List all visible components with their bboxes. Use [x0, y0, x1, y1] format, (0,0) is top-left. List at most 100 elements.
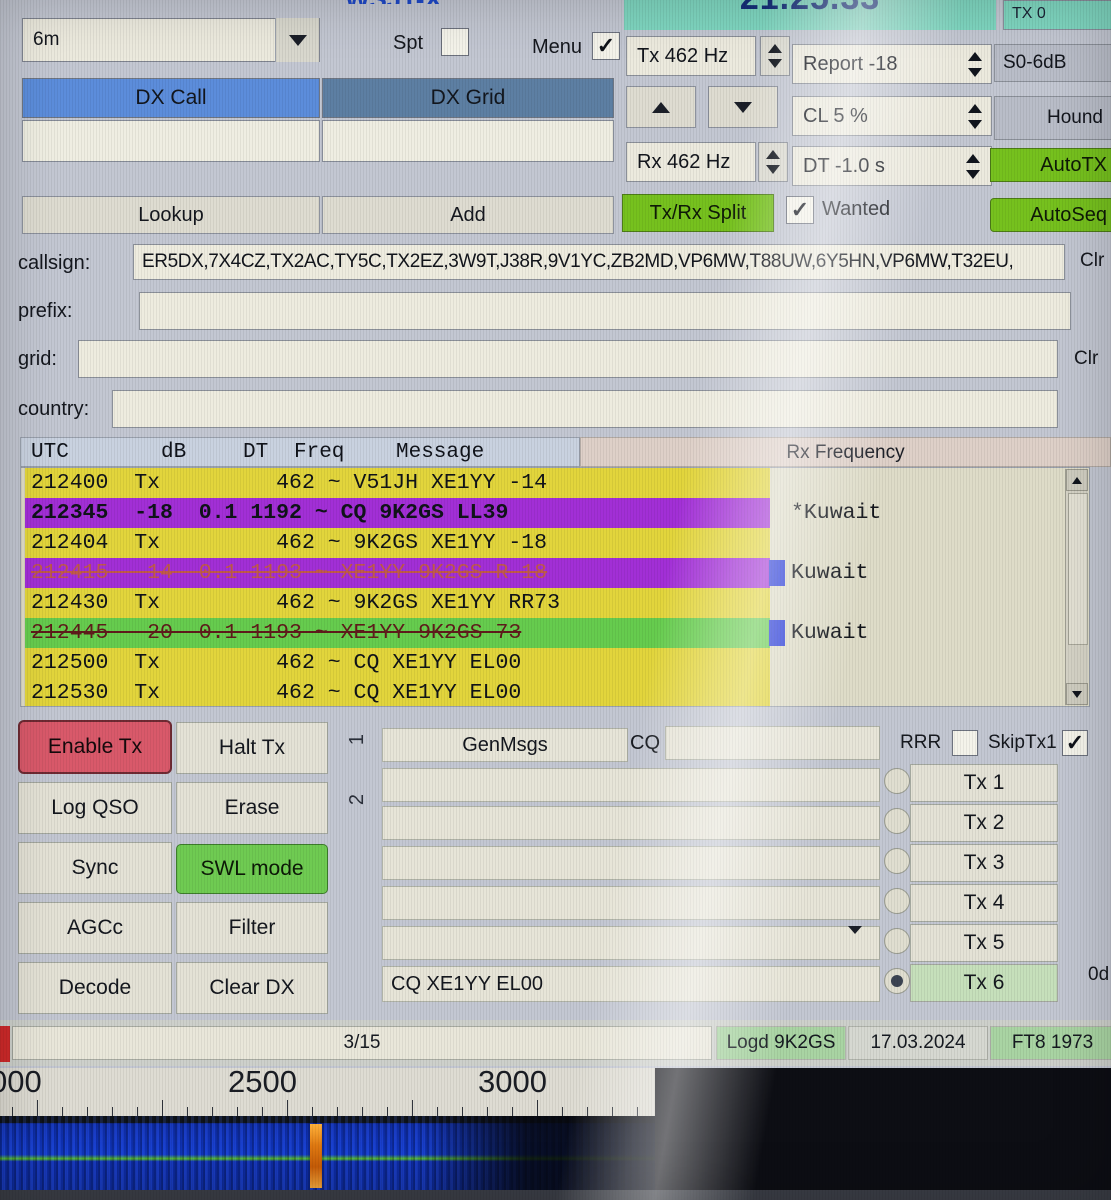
- wf-tick: [62, 1107, 63, 1116]
- tx-button-6[interactable]: Tx 6: [910, 964, 1058, 1002]
- skiptx1-checkbox[interactable]: ✓: [1062, 730, 1088, 756]
- swl-mode-button[interactable]: SWL mode: [176, 844, 328, 894]
- tx-radio-5[interactable]: [884, 928, 910, 954]
- decode-row-text: 212430 Tx 462 ~ 9K2GS XE1YY RR73: [25, 588, 770, 618]
- wf-tick: [312, 1107, 313, 1116]
- wf-tick: [562, 1107, 563, 1116]
- cq-message-field[interactable]: [665, 726, 880, 760]
- decode-row-text: 212500 Tx 462 ~ CQ XE1YY EL00: [25, 648, 770, 678]
- tab-2[interactable]: 2: [346, 794, 369, 805]
- chevron-down-icon[interactable]: [275, 18, 319, 62]
- tx-radio-3[interactable]: [884, 848, 910, 874]
- cl-spinner[interactable]: [960, 96, 990, 136]
- wf-tick: [212, 1107, 213, 1116]
- menu-checkbox[interactable]: ✓: [592, 32, 620, 60]
- add-button[interactable]: Add: [322, 196, 614, 234]
- scrollbar-thumb[interactable]: [1068, 493, 1088, 645]
- grid-filter-input[interactable]: [78, 340, 1058, 378]
- country-filter-input[interactable]: [112, 390, 1058, 428]
- spt-checkbox[interactable]: [441, 28, 469, 56]
- tx-radio-4[interactable]: [884, 888, 910, 914]
- sync-button[interactable]: Sync: [18, 842, 172, 894]
- decode-button[interactable]: Decode: [18, 962, 172, 1014]
- wf-tick: [37, 1100, 38, 1116]
- message-field-3[interactable]: [382, 846, 880, 880]
- clr-grid-button[interactable]: Clr: [1074, 348, 1098, 370]
- tx-button-3[interactable]: Tx 3: [910, 844, 1058, 882]
- auto-tx-button[interactable]: AutoTX: [990, 148, 1111, 182]
- scroll-up-icon[interactable]: [1066, 469, 1088, 491]
- enable-tx-button[interactable]: Enable Tx: [18, 720, 172, 774]
- frequency-up-button[interactable]: [626, 86, 696, 128]
- dt-spinner[interactable]: [958, 146, 988, 186]
- message-field-6[interactable]: CQ XE1YY EL00: [382, 966, 880, 1002]
- lookup-button[interactable]: Lookup: [22, 196, 320, 234]
- clr-callsign-button[interactable]: Clr: [1080, 250, 1104, 272]
- tx-button-1[interactable]: Tx 1: [910, 764, 1058, 802]
- message-field-2[interactable]: [382, 806, 880, 840]
- dx-grid-header[interactable]: DX Grid: [322, 78, 614, 118]
- waterfall-window[interactable]: 000 2500 3000: [0, 1068, 1111, 1200]
- tx-radio-1[interactable]: [884, 768, 910, 794]
- agcc-button[interactable]: AGCc: [18, 902, 172, 954]
- enable-tx-label: Enable Tx: [47, 735, 143, 758]
- cq-label[interactable]: CQ: [630, 732, 660, 755]
- decode-list[interactable]: 212400 Tx 462 ~ V51JH XE1YY -14 212345 -1…: [20, 467, 1090, 707]
- rx-frequency-input[interactable]: Rx 462 Hz: [626, 142, 756, 182]
- decode-row-swatch: [769, 620, 785, 646]
- halt-tx-button[interactable]: Halt Tx: [176, 722, 328, 774]
- rx-frequency-tab[interactable]: Rx Frequency: [580, 437, 1111, 467]
- col-dt: DT: [243, 441, 269, 464]
- wf-tick: [537, 1100, 538, 1116]
- tx-rx-split-button[interactable]: Tx/Rx Split: [622, 194, 774, 232]
- tx-radio-6[interactable]: [884, 968, 910, 994]
- auto-seq-button[interactable]: AutoSeq: [990, 198, 1111, 232]
- clear-dx-button[interactable]: Clear DX: [176, 962, 328, 1014]
- tx-button-4[interactable]: Tx 4: [910, 884, 1058, 922]
- decode-row[interactable]: 212345 -18 0.1 1192 ~ CQ 9K2GS LL39 *Kuwa…: [21, 498, 1089, 528]
- tab-1[interactable]: 1: [346, 734, 369, 745]
- status-bar: 3/15 Logd 9K2GS 17.03.2024 FT8 1973: [0, 1020, 1111, 1066]
- wf-tick: [137, 1107, 138, 1116]
- message-field-5[interactable]: [382, 926, 880, 960]
- message-dropdown-icon[interactable]: [848, 926, 862, 952]
- band-selector[interactable]: 6m: [22, 18, 320, 62]
- log-qso-button[interactable]: Log QSO: [18, 782, 172, 834]
- dx-call-input[interactable]: [22, 120, 320, 162]
- gen-msgs-button[interactable]: GenMsgs: [382, 728, 628, 762]
- decode-row[interactable]: 212400 Tx 462 ~ V51JH XE1YY -14: [21, 468, 1089, 498]
- dx-call-header[interactable]: DX Call: [22, 78, 320, 118]
- decode-row[interactable]: 212430 Tx 462 ~ 9K2GS XE1YY RR73: [21, 588, 1089, 618]
- filter-button[interactable]: Filter: [176, 902, 328, 954]
- scroll-down-icon[interactable]: [1066, 683, 1088, 705]
- callsign-filter-label: callsign:: [18, 252, 91, 274]
- decode-row[interactable]: 212445 -20 0.1 1193 ~ XE1YY 9K2GS 73 Kuwa…: [21, 618, 1089, 648]
- wf-tick: [112, 1107, 113, 1116]
- decode-row[interactable]: 212530 Tx 462 ~ CQ XE1YY EL00: [21, 678, 1089, 706]
- message-field-4[interactable]: [382, 886, 880, 920]
- frequency-down-button[interactable]: [708, 86, 778, 128]
- hound-button[interactable]: Hound: [994, 96, 1111, 140]
- erase-button[interactable]: Erase: [176, 782, 328, 834]
- decode-row[interactable]: 212500 Tx 462 ~ CQ XE1YY EL00: [21, 648, 1089, 678]
- decode-row[interactable]: 212415 -14 0.1 1193 ~ XE1YY 9K2GS R-18 Ku…: [21, 558, 1089, 588]
- prefix-filter-input[interactable]: [139, 292, 1071, 330]
- decode-row[interactable]: 212404 Tx 462 ~ 9K2GS XE1YY -18: [21, 528, 1089, 558]
- tx-indicator: [0, 1026, 10, 1062]
- tx-button-5[interactable]: Tx 5: [910, 924, 1058, 962]
- dx-grid-input[interactable]: [322, 120, 614, 162]
- wanted-label: Wanted: [822, 198, 891, 220]
- report-spinner[interactable]: [960, 44, 990, 84]
- message-field-1[interactable]: [382, 768, 880, 802]
- spt-label: Spt: [393, 32, 424, 54]
- wanted-checkbox[interactable]: ✓: [786, 196, 814, 224]
- tx-button-2[interactable]: Tx 2: [910, 804, 1058, 842]
- decode-list-scrollbar[interactable]: [1065, 469, 1088, 705]
- col-utc: UTC: [31, 441, 69, 464]
- rx-frequency-spinner[interactable]: [758, 142, 788, 182]
- rrr-checkbox[interactable]: [952, 730, 978, 756]
- tx-frequency-input[interactable]: Tx 462 Hz: [626, 36, 756, 76]
- tx-frequency-spinner[interactable]: [760, 36, 790, 76]
- callsign-filter-input[interactable]: ER5DX,7X4CZ,TX2AC,TY5C,TX2EZ,3W9T,J38R,9…: [133, 244, 1065, 280]
- tx-radio-2[interactable]: [884, 808, 910, 834]
